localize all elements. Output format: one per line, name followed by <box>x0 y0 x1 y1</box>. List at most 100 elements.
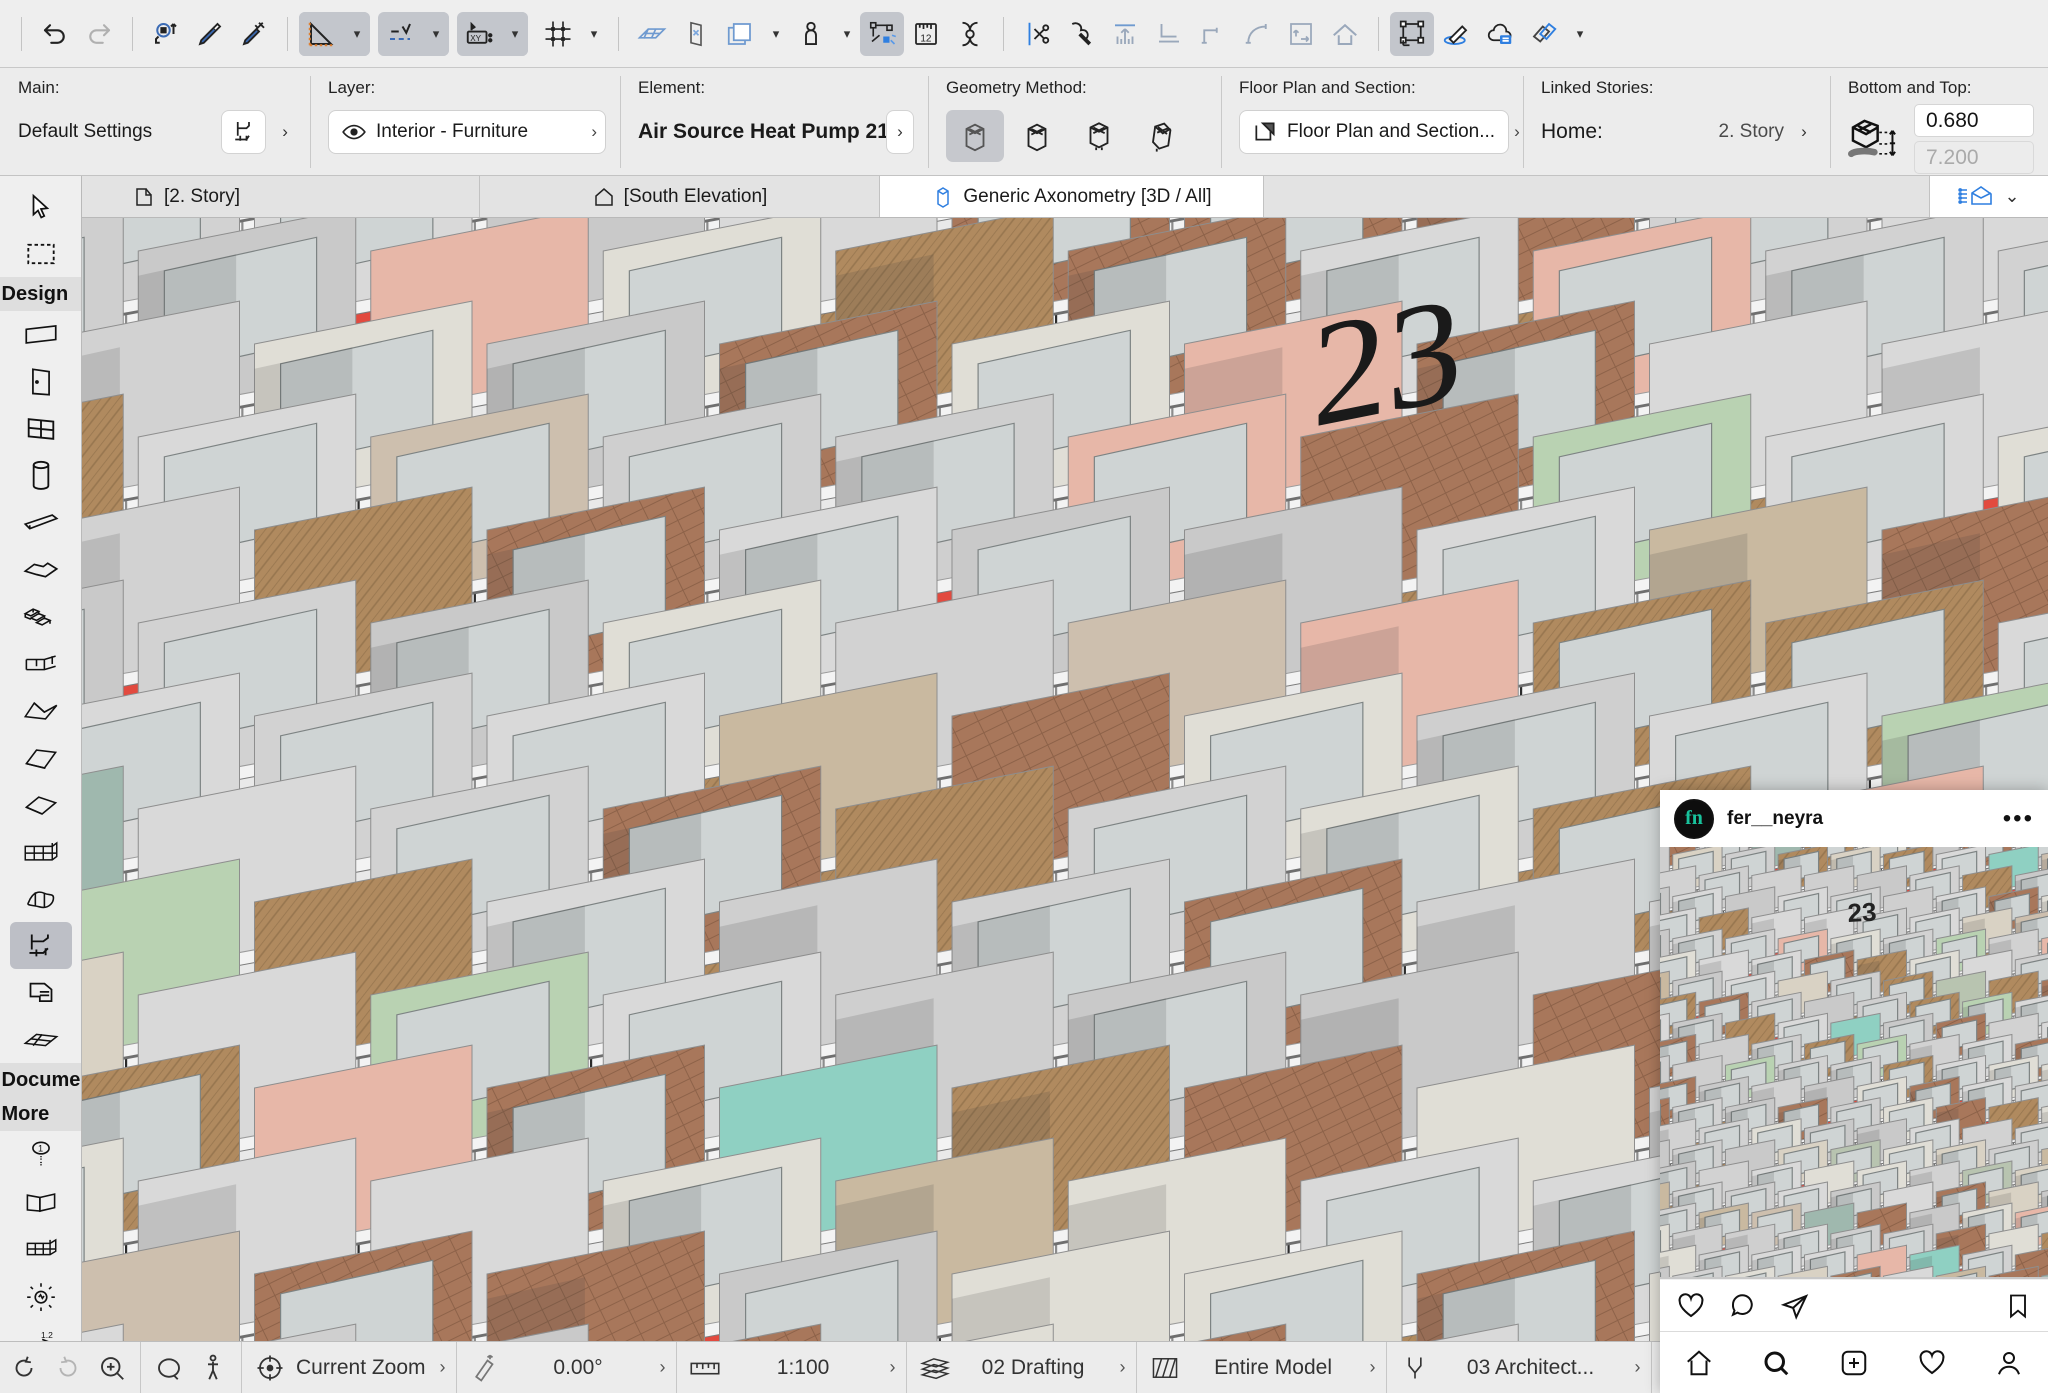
tab-2-story[interactable]: [2. Story] <box>82 176 480 217</box>
walkthrough-icon[interactable] <box>195 1350 231 1386</box>
arrow-tool-icon[interactable] <box>10 183 72 230</box>
furniture-tool-icon[interactable] <box>220 110 267 154</box>
geometry-method-rotated[interactable] <box>1008 110 1066 162</box>
palette-group-document[interactable]: Docume <box>0 1063 81 1097</box>
instagram-username[interactable]: fer__neyra <box>1727 808 1823 830</box>
mesh-tool-icon[interactable] <box>10 875 72 922</box>
snap-guides-caret-icon[interactable]: ▾ <box>423 11 449 56</box>
palette-group-design[interactable]: Design <box>0 277 81 311</box>
door-tool-icon[interactable] <box>10 358 72 405</box>
grid-snap-icon[interactable] <box>536 12 580 56</box>
plane-icon[interactable] <box>674 12 718 56</box>
dimension-tool-icon[interactable]: 1.2 <box>10 1319 72 1341</box>
slab-tool-icon[interactable] <box>10 546 72 593</box>
status-current-zoom[interactable]: Current Zoom › <box>241 1341 456 1393</box>
magic-wand-icon[interactable] <box>1059 12 1103 56</box>
publish-icon[interactable] <box>1522 12 1566 56</box>
curtain-wall-tool-icon[interactable] <box>10 828 72 875</box>
beam-tool-icon[interactable] <box>10 499 72 546</box>
guide-lines-caret-icon[interactable]: ▾ <box>344 11 370 56</box>
wall-end-tool-icon[interactable] <box>10 1178 72 1225</box>
syringe-icon[interactable] <box>232 12 276 56</box>
activity-icon[interactable] <box>1917 1348 1947 1378</box>
rotate-left-icon[interactable] <box>6 1350 42 1386</box>
main-chevron-icon[interactable]: › <box>274 110 296 154</box>
marquee-tool-icon[interactable] <box>10 230 72 277</box>
more-options-icon[interactable]: ••• <box>2003 806 2034 830</box>
geometry-method-vertical[interactable] <box>1070 110 1128 162</box>
linked-stories-chevron-icon[interactable]: › <box>1792 110 1816 154</box>
markup-icon[interactable] <box>1434 12 1478 56</box>
roof-tool-icon[interactable] <box>10 687 72 734</box>
layer-selector[interactable]: Interior - Furniture › <box>328 110 606 154</box>
layers-icon[interactable] <box>718 12 762 56</box>
create-icon[interactable] <box>1839 1348 1869 1378</box>
publish-caret-icon[interactable]: ▾ <box>1567 12 1593 56</box>
marquee-element-icon[interactable] <box>860 11 904 56</box>
status-pen-set[interactable]: 02 Drafting › <box>905 1341 1136 1393</box>
selection-frame-icon[interactable] <box>1390 11 1434 56</box>
lamp-tool-icon[interactable] <box>10 1272 72 1319</box>
zone-tool-icon[interactable] <box>10 969 72 1016</box>
wall-tool-icon[interactable] <box>10 311 72 358</box>
rotate-right-icon[interactable] <box>50 1350 86 1386</box>
guide-lines-icon[interactable] <box>299 11 343 56</box>
label-tool-icon[interactable]: 1 <box>10 1131 72 1178</box>
orbit-icon[interactable] <box>151 1350 187 1386</box>
intersect-icon[interactable] <box>1147 12 1191 56</box>
palette-group-more[interactable]: More <box>0 1097 81 1131</box>
status-orientation[interactable]: 0.00° › <box>455 1341 676 1393</box>
measure-icon[interactable]: 12 <box>904 12 948 56</box>
stair-tool-icon[interactable] <box>10 593 72 640</box>
split-icon[interactable] <box>1015 12 1059 56</box>
instagram-overlay[interactable]: fn fer__neyra ••• 23 <box>1660 790 2048 1393</box>
geometry-method-free[interactable] <box>1132 110 1190 162</box>
shell-tool-icon[interactable] <box>10 734 72 781</box>
skylight-tool-icon[interactable] <box>10 1016 72 1063</box>
coordinates-caret-icon[interactable]: ▾ <box>502 11 528 56</box>
element-chevron-icon[interactable]: › <box>886 110 914 154</box>
snap-guides-icon[interactable] <box>378 12 422 56</box>
window-tool-icon[interactable] <box>10 405 72 452</box>
redo-icon[interactable] <box>77 12 121 56</box>
person-scale-caret-icon[interactable]: ▾ <box>834 12 860 56</box>
cloud-issue-icon[interactable] <box>1478 12 1522 56</box>
fillet-icon[interactable] <box>1191 12 1235 56</box>
geometry-method-default[interactable] <box>946 110 1004 162</box>
tab-generic-axonometry[interactable]: Generic Axonometry [3D / All] <box>880 176 1264 217</box>
status-renovation-filter[interactable]: 03 Architect... › <box>1385 1341 1651 1393</box>
top-value-field[interactable]: 7.200 <box>1914 141 2034 174</box>
resize-icon[interactable] <box>1279 12 1323 56</box>
instagram-post-photo[interactable]: 23 <box>1660 847 2048 1279</box>
orbit-icon[interactable] <box>948 12 992 56</box>
like-icon[interactable] <box>1676 1291 1706 1321</box>
grid-snap-caret-icon[interactable]: ▾ <box>581 12 607 56</box>
tab-south-elevation[interactable]: [South Elevation] <box>480 176 880 217</box>
curve-fillet-icon[interactable] <box>1235 12 1279 56</box>
object-tool-icon[interactable] <box>9 922 72 969</box>
grid-icon[interactable] <box>630 12 674 56</box>
home-icon[interactable] <box>1684 1348 1714 1378</box>
drag-item-icon[interactable] <box>144 12 188 56</box>
grid-element-tool-icon[interactable] <box>10 1225 72 1272</box>
share-icon[interactable] <box>1780 1291 1810 1321</box>
view-settings-icon[interactable]: ⌄ <box>1930 176 2048 217</box>
railing-tool-icon[interactable] <box>10 640 72 687</box>
morph-tool-icon[interactable] <box>10 781 72 828</box>
layers-caret-icon[interactable]: ▾ <box>763 12 789 56</box>
avatar[interactable]: fn <box>1674 798 1714 839</box>
home-story-icon[interactable] <box>1323 12 1367 56</box>
floor-plan-section-selector[interactable]: Floor Plan and Section... › <box>1239 110 1520 154</box>
zoom-in-icon[interactable] <box>94 1350 130 1386</box>
save-icon[interactable] <box>2004 1292 2032 1320</box>
status-scale[interactable]: 1:100 › <box>675 1341 906 1393</box>
eyedropper-icon[interactable] <box>188 12 232 56</box>
profile-icon[interactable] <box>1994 1348 2024 1378</box>
adjust-icon[interactable] <box>1103 12 1147 56</box>
comment-icon[interactable] <box>1728 1291 1758 1321</box>
person-scale-icon[interactable] <box>789 12 833 56</box>
bottom-value-field[interactable]: 0.680 <box>1914 104 2034 137</box>
coordinates-icon[interactable]: XY <box>457 12 501 56</box>
status-structure-display[interactable]: Entire Model › <box>1135 1341 1386 1393</box>
search-icon[interactable] <box>1761 1348 1791 1378</box>
